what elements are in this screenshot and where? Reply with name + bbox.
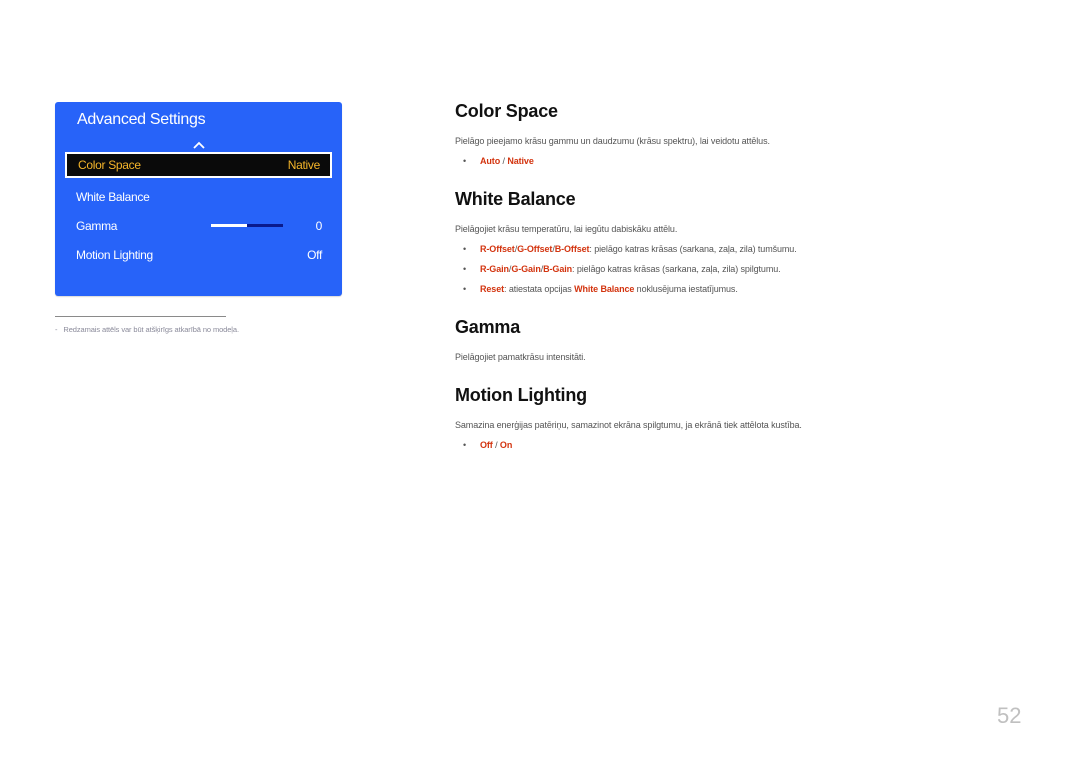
keyword-b-gain: B-Gain (543, 264, 573, 274)
keyword-b-offset: B-Offset (554, 244, 590, 254)
section-title-motion-lighting: Motion Lighting (455, 385, 587, 405)
advanced-settings-panel: Advanced Settings Color Space Native Whi… (55, 102, 342, 296)
menu-item-white-balance[interactable]: White Balance (65, 184, 332, 210)
footnote-text: Redzamais attēls var būt atšķirīgs atkar… (63, 325, 239, 334)
section-desc-white-balance: Pielāgojiet krāsu temperatūru, lai iegūt… (455, 224, 678, 234)
bullet-icon: • (463, 440, 467, 450)
menu-item-label: Color Space (78, 158, 141, 172)
section-title-white-balance: White Balance (455, 189, 576, 209)
chevron-up-icon[interactable] (193, 140, 205, 150)
page-number: 52 (997, 703, 1022, 728)
menu-item-value: 0 (315, 219, 323, 233)
bullet-text: : pielāgo katras krāsas (sarkana, zaļa, … (589, 244, 797, 254)
bullet-text: : pielāgo katras krāsas (sarkana, zaļa, … (572, 264, 781, 274)
menu-item-label: White Balance (76, 190, 150, 204)
separator: / (495, 440, 498, 450)
bullet-text: : atiestata opcijas (504, 284, 575, 294)
bullet-icon: • (463, 244, 467, 254)
footnote-divider (55, 316, 226, 317)
footnote: - Redzamais attēls var būt atšķirīgs atka… (55, 325, 239, 334)
menu-item-label: Motion Lighting (76, 248, 153, 262)
bullet-text: noklusējuma iestatījumus. (634, 284, 738, 294)
menu-item-motion-lighting[interactable]: Motion Lighting Off (65, 242, 332, 268)
menu-item-value: Off (307, 248, 322, 262)
separator: / (502, 156, 506, 166)
option-native: Native (507, 156, 534, 166)
menu-item-value: Native (287, 158, 321, 172)
gamma-slider[interactable] (211, 224, 283, 227)
option-auto: Auto (480, 156, 501, 166)
section-desc-gamma: Pielāgojiet pamatkrāsu intensitāti. (455, 352, 586, 362)
bullet-icon: • (463, 156, 467, 166)
section-title-color-space: Color Space (455, 101, 558, 121)
section-title-gamma: Gamma (455, 317, 521, 337)
gamma-slider-fill (211, 224, 247, 227)
option-on: On (499, 440, 513, 450)
keyword-r-gain: R-Gain (480, 264, 509, 274)
keyword-white-balance: White Balance (574, 284, 635, 294)
section-desc-color-space: Pielāgo pieejamo krāsu gammu un daudzumu… (455, 136, 770, 146)
footnote-dash: - (55, 325, 58, 334)
menu-item-label: Gamma (76, 219, 118, 233)
bullet-icon: • (463, 284, 467, 294)
option-off: Off (480, 440, 493, 450)
bullet-icon: • (463, 264, 467, 274)
keyword-g-gain: G-Gain (511, 264, 541, 274)
keyword-reset: Reset (480, 284, 505, 294)
panel-title: Advanced Settings (77, 111, 206, 128)
section-desc-motion-lighting: Samazina enerģijas patēriņu, samazinot e… (455, 420, 802, 430)
menu-item-gamma[interactable]: Gamma 0 (65, 213, 332, 239)
menu-item-color-space[interactable]: Color Space Native (65, 152, 332, 178)
keyword-g-offset: G-Offset (517, 244, 553, 254)
keyword-r-offset: R-Offset (480, 244, 515, 254)
